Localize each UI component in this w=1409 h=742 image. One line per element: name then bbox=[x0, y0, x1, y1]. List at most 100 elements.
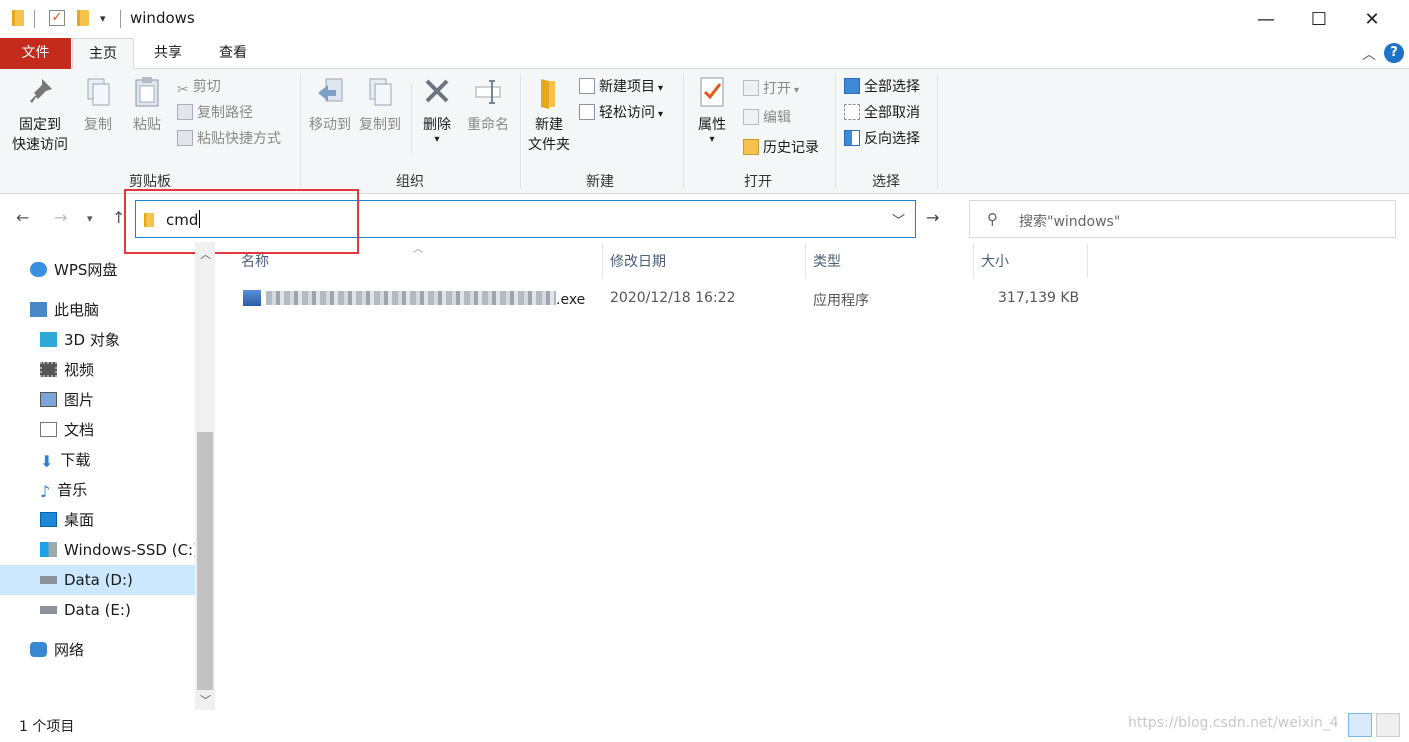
delete-dropdown-icon[interactable]: ▾ bbox=[417, 135, 457, 145]
column-header-size[interactable]: 大小 bbox=[981, 252, 1009, 278]
open-button[interactable]: 打开 ▾ bbox=[743, 78, 799, 100]
sidebar-item-downloads[interactable]: ⬇ 下载 bbox=[40, 445, 90, 475]
nav-scrollbar[interactable]: ︿ ﹀ bbox=[195, 242, 215, 710]
tab-view[interactable]: 查看 bbox=[203, 38, 263, 69]
sidebar-item-documents[interactable]: 文档 bbox=[40, 415, 94, 445]
new-item-button[interactable]: 新建项目 ▾ bbox=[579, 76, 663, 98]
search-icon: ⚲ bbox=[987, 210, 998, 228]
edit-button[interactable]: 编辑 bbox=[743, 107, 791, 129]
select-all-button[interactable]: 全部选择 bbox=[844, 76, 920, 98]
sidebar-item-desktop[interactable]: 桌面 bbox=[40, 505, 94, 535]
delete-label: 删除 bbox=[423, 117, 451, 133]
new-folder-button[interactable]: 新建 文件夹 bbox=[526, 75, 572, 155]
tab-file[interactable]: 文件 bbox=[0, 38, 71, 69]
copy-button[interactable]: 复制 bbox=[78, 75, 118, 135]
ribbon: 固定到 快速访问 复制 粘贴 ✂剪切 复制路径 粘贴快捷方式 剪贴板 移动到 bbox=[0, 69, 1409, 194]
properties-button[interactable]: 属性 ▾ bbox=[692, 75, 732, 145]
sidebar-item-drive-d[interactable]: Data (D:) bbox=[0, 565, 195, 595]
new-item-dropdown-icon: ▾ bbox=[658, 83, 664, 94]
application-icon bbox=[243, 290, 261, 306]
scroll-up-icon[interactable]: ︿ bbox=[200, 246, 211, 262]
copy-path-button[interactable]: 复制路径 bbox=[177, 102, 253, 124]
sidebar-item-wps[interactable]: WPS网盘 bbox=[30, 255, 117, 285]
pin-label-line2: 快速访问 bbox=[12, 137, 68, 153]
scrollbar-thumb[interactable] bbox=[197, 432, 213, 690]
sidebar-item-drive-e[interactable]: Data (E:) bbox=[40, 595, 131, 625]
back-arrow-icon[interactable]: ← bbox=[16, 208, 29, 227]
sidebar-item-music[interactable]: ♪ 音乐 bbox=[40, 475, 87, 505]
address-dropdown-icon[interactable]: ﹀ bbox=[892, 210, 905, 229]
column-divider[interactable] bbox=[805, 244, 806, 278]
cut-button[interactable]: ✂ 剪切 bbox=[177, 76, 221, 98]
sidebar-item-network[interactable]: 网络 bbox=[30, 635, 84, 665]
sidebar-item-pictures[interactable]: 图片 bbox=[40, 385, 94, 415]
details-view-icon[interactable] bbox=[1348, 713, 1372, 737]
easy-access-button[interactable]: 轻松访问 ▾ bbox=[579, 102, 663, 124]
collapse-ribbon-icon[interactable]: ︿ bbox=[1362, 44, 1376, 64]
paste-icon bbox=[135, 77, 159, 107]
video-icon bbox=[40, 362, 57, 377]
open-label: 打开 bbox=[763, 81, 791, 97]
column-header-modified[interactable]: 修改日期 bbox=[610, 252, 666, 278]
invert-selection-label: 反向选择 bbox=[864, 131, 920, 147]
sidebar-item-label: 视频 bbox=[64, 361, 95, 379]
large-icons-view-icon[interactable] bbox=[1376, 713, 1400, 737]
search-box[interactable]: ⚲ 搜索"windows" bbox=[969, 200, 1396, 238]
file-size-cell: 317,139 KB bbox=[998, 290, 1080, 306]
rename-button[interactable]: 重命名 bbox=[463, 75, 513, 135]
paste-shortcut-label: 粘贴快捷方式 bbox=[197, 131, 281, 147]
sidebar-item-label: WPS网盘 bbox=[54, 261, 118, 279]
select-none-button[interactable]: 全部取消 bbox=[844, 102, 920, 124]
column-divider[interactable] bbox=[602, 244, 603, 278]
sidebar-item-drive-c[interactable]: Windows-SSD (C:) bbox=[40, 535, 199, 565]
cube-icon bbox=[40, 332, 57, 347]
music-icon: ♪ bbox=[40, 482, 51, 501]
delete-button[interactable]: 删除 ▾ bbox=[417, 75, 457, 145]
select-none-icon bbox=[844, 104, 860, 120]
select-all-icon bbox=[844, 78, 860, 94]
file-name-cell[interactable]: .exe bbox=[243, 290, 585, 308]
move-to-button[interactable]: 移动到 bbox=[305, 75, 355, 135]
tab-home[interactable]: 主页 bbox=[72, 38, 134, 70]
computer-icon bbox=[30, 302, 47, 317]
sidebar-item-this-pc[interactable]: 此电脑 bbox=[30, 295, 99, 325]
cut-label: 剪切 bbox=[192, 79, 221, 95]
sidebar-item-label: Data (E:) bbox=[64, 601, 131, 619]
sidebar-item-label: 桌面 bbox=[64, 511, 95, 529]
pin-quick-access-button[interactable]: 固定到 快速访问 bbox=[8, 75, 72, 155]
paste-shortcut-button[interactable]: 粘贴快捷方式 bbox=[177, 128, 281, 150]
file-extension: .exe bbox=[556, 292, 586, 308]
maximize-button[interactable]: ☐ bbox=[1293, 0, 1345, 38]
new-folder-quick-icon[interactable] bbox=[77, 10, 89, 26]
ribbon-tabs: 文件 主页 共享 查看 ︿ ? bbox=[0, 38, 1409, 70]
search-input[interactable]: 搜索"windows" bbox=[1019, 211, 1120, 231]
group-divider bbox=[937, 73, 938, 189]
customize-quick-access-icon[interactable]: ▾ bbox=[100, 12, 106, 25]
new-item-label: 新建项目 bbox=[599, 79, 655, 95]
properties-quick-icon[interactable]: ✓ bbox=[49, 10, 65, 26]
minimize-button[interactable]: — bbox=[1240, 0, 1292, 38]
download-icon: ⬇ bbox=[40, 452, 54, 471]
column-divider[interactable] bbox=[973, 244, 974, 278]
column-header-name[interactable]: 名称 bbox=[241, 252, 269, 278]
recent-locations-icon[interactable]: ▾ bbox=[87, 212, 93, 225]
column-divider[interactable] bbox=[1087, 244, 1088, 278]
column-header-type[interactable]: 类型 bbox=[813, 252, 841, 278]
history-button[interactable]: 历史记录 bbox=[743, 137, 819, 159]
properties-dropdown-icon[interactable]: ▾ bbox=[692, 135, 732, 145]
copy-to-button[interactable]: 复制到 bbox=[355, 75, 405, 135]
divider bbox=[34, 10, 35, 28]
help-icon[interactable]: ? bbox=[1384, 43, 1404, 63]
paste-button[interactable]: 粘贴 bbox=[127, 75, 167, 135]
sidebar-item-label: 3D 对象 bbox=[64, 331, 120, 349]
close-button[interactable]: ✕ bbox=[1346, 0, 1398, 38]
sidebar-item-label: 图片 bbox=[64, 391, 95, 409]
tab-share[interactable]: 共享 bbox=[138, 38, 198, 69]
go-arrow-icon[interactable]: → bbox=[926, 208, 939, 227]
scroll-down-icon[interactable]: ﹀ bbox=[200, 692, 211, 708]
invert-selection-button[interactable]: 反向选择 bbox=[844, 128, 920, 150]
forward-arrow-icon[interactable]: → bbox=[54, 208, 67, 227]
sidebar-item-3d-objects[interactable]: 3D 对象 bbox=[40, 325, 120, 355]
sidebar-item-videos[interactable]: 视频 bbox=[40, 355, 94, 385]
edit-label: 编辑 bbox=[763, 110, 791, 126]
